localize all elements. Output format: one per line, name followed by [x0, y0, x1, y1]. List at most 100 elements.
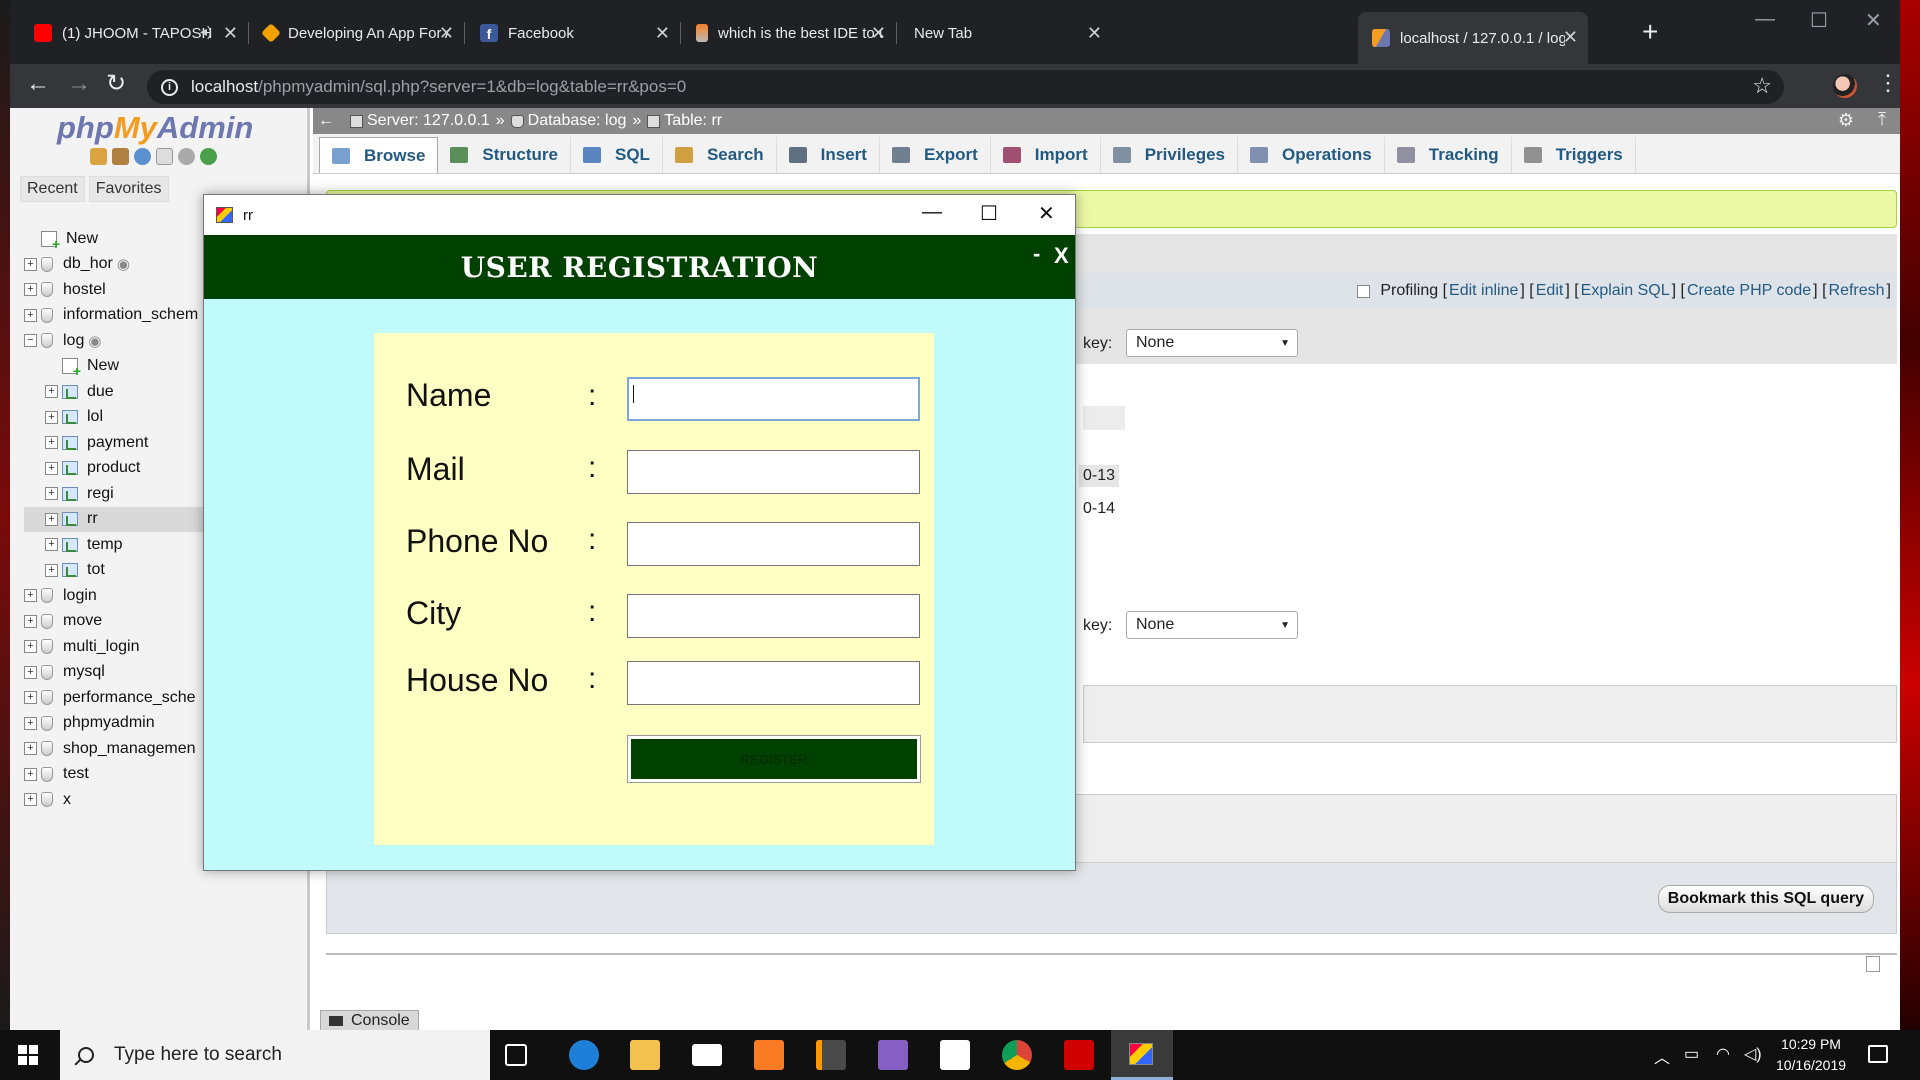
tab-search[interactable]: Search	[663, 137, 777, 173]
minimize-window-icon[interactable]: —	[1755, 8, 1775, 31]
tab-privileges[interactable]: Privileges	[1101, 137, 1239, 173]
phone-field[interactable]	[627, 522, 920, 566]
eye-icon[interactable]: ◉	[117, 255, 130, 273]
battery-icon[interactable]: ▭	[1684, 1044, 1699, 1064]
browser-tab-new-tab[interactable]: New Tab ✕	[898, 14, 1112, 52]
sort-key-select-bottom[interactable]: None ▼	[1126, 611, 1298, 639]
edit-link[interactable]: Edit	[1536, 282, 1564, 300]
bookmark-star-icon[interactable]: ☆	[1752, 73, 1772, 99]
chrome-icon[interactable]	[1002, 1040, 1032, 1070]
show-hidden-icons-icon[interactable]: ︿	[1654, 1044, 1670, 1068]
breadcrumb-database[interactable]: Database: log	[528, 112, 627, 130]
edit-inline-link[interactable]: Edit inline	[1449, 282, 1518, 300]
mail-field[interactable]	[627, 450, 920, 494]
tab-insert[interactable]: Insert	[777, 137, 880, 173]
house-no-field[interactable]	[627, 661, 920, 705]
acrobat-icon[interactable]	[1064, 1040, 1094, 1070]
explain-sql-link[interactable]: Explain SQL	[1581, 282, 1670, 300]
register-button[interactable]: REGISTER	[627, 735, 921, 783]
browser-menu-icon[interactable]: ⋮	[1877, 70, 1899, 96]
tab-tracking[interactable]: Tracking	[1385, 137, 1512, 173]
header-minimize-button[interactable]: -	[1033, 241, 1040, 267]
address-bar[interactable]: i localhost /phpmyadmin/sql.php?server=1…	[147, 70, 1784, 104]
xampp-icon[interactable]	[754, 1040, 784, 1070]
expand-icon[interactable]: +	[45, 410, 58, 424]
close-tab-icon[interactable]: ✕	[655, 23, 670, 44]
expand-icon[interactable]: +	[24, 793, 37, 807]
create-php-code-link[interactable]: Create PHP code	[1687, 282, 1811, 300]
file-explorer-icon[interactable]	[630, 1040, 660, 1070]
close-tab-icon[interactable]: ✕	[1563, 27, 1578, 48]
tab-sql[interactable]: SQL	[571, 137, 663, 173]
gear-icon[interactable]: ⚙	[1838, 110, 1854, 131]
taskbar-active-app[interactable]	[1111, 1030, 1173, 1080]
recent-tab[interactable]: Recent	[20, 176, 85, 202]
expand-icon[interactable]: +	[45, 563, 58, 577]
maximize-window-icon[interactable]: ☐	[1810, 8, 1828, 33]
site-info-icon[interactable]: i	[161, 78, 178, 96]
name-field[interactable]	[627, 377, 920, 421]
collapse-icon[interactable]: −	[24, 334, 37, 348]
app-close-icon[interactable]: ✕	[1038, 201, 1055, 226]
breadcrumb-table[interactable]: Table: rr	[664, 112, 722, 130]
profile-avatar[interactable]	[1833, 74, 1857, 98]
tab-export[interactable]: Export	[880, 137, 991, 173]
bookmark-query-button[interactable]: Bookmark this SQL query	[1657, 885, 1874, 913]
close-tab-icon[interactable]: ✕	[871, 23, 886, 44]
reload-nav-icon[interactable]	[200, 148, 217, 165]
logout-icon[interactable]	[112, 148, 129, 165]
task-view-icon[interactable]	[505, 1044, 527, 1066]
notifications-icon[interactable]	[1868, 1045, 1888, 1063]
tab-triggers[interactable]: Triggers	[1512, 137, 1636, 173]
close-tab-icon[interactable]: ✕	[223, 23, 238, 44]
refresh-link[interactable]: Refresh	[1829, 282, 1885, 300]
tab-operations[interactable]: Operations	[1238, 137, 1385, 173]
edge-icon[interactable]	[569, 1040, 599, 1070]
close-tab-icon[interactable]: ✕	[439, 23, 454, 44]
browser-tab-developing-app[interactable]: Developing An App For And ✕	[250, 14, 464, 52]
store-icon[interactable]	[940, 1040, 970, 1070]
forward-icon[interactable]: →	[67, 72, 91, 96]
document-icon[interactable]	[1866, 956, 1880, 972]
expand-icon[interactable]: +	[45, 461, 58, 475]
new-tab-button[interactable]: +	[1642, 18, 1658, 46]
app-minimize-icon[interactable]: —	[922, 201, 942, 224]
close-window-icon[interactable]: ✕	[1865, 8, 1882, 33]
sort-key-select-top[interactable]: None ▼	[1126, 329, 1298, 357]
expand-icon[interactable]: +	[24, 589, 37, 603]
help-icon[interactable]	[134, 148, 151, 165]
eye-icon[interactable]: ◉	[88, 332, 101, 350]
profiling-checkbox[interactable]	[1357, 284, 1371, 298]
city-field[interactable]	[627, 594, 920, 638]
close-tab-icon[interactable]: ✕	[1087, 23, 1102, 44]
tab-import[interactable]: Import	[991, 137, 1101, 173]
taskbar-search-box[interactable]: Type here to search	[60, 1030, 490, 1080]
phpmyadmin-logo[interactable]: phpMyAdmin	[57, 110, 253, 146]
settings-icon[interactable]	[178, 148, 195, 165]
docs-icon[interactable]	[156, 148, 173, 165]
console-toggle[interactable]: Console	[320, 1010, 419, 1032]
browser-tab-youtube[interactable]: (1) JHOOM - TAPOSH FE ◂) ✕	[20, 14, 248, 52]
browser-tab-facebook[interactable]: f Facebook ✕	[466, 14, 680, 52]
expand-icon[interactable]: +	[45, 538, 58, 552]
expand-icon[interactable]: +	[24, 767, 37, 781]
reload-icon[interactable]: ↻	[106, 72, 126, 96]
collapse-top-icon[interactable]: ⤒	[1878, 109, 1886, 130]
browser-tab-stackoverflow[interactable]: which is the best IDE to use ✕	[682, 14, 896, 52]
header-close-button[interactable]: X	[1054, 243, 1069, 269]
expand-icon[interactable]: +	[24, 716, 37, 730]
home-icon[interactable]	[90, 148, 107, 165]
expand-icon[interactable]: +	[24, 742, 37, 756]
visual-studio-icon[interactable]	[878, 1040, 908, 1070]
tab-browse[interactable]: Browse	[319, 137, 439, 173]
tab-structure[interactable]: Structure	[438, 137, 571, 173]
expand-icon[interactable]: +	[45, 512, 58, 526]
windows-start-icon[interactable]	[18, 1045, 38, 1065]
taskbar-clock[interactable]: 10:29 PM 10/16/2019	[1766, 1034, 1856, 1076]
expand-icon[interactable]: +	[45, 436, 58, 450]
expand-icon[interactable]: +	[24, 308, 37, 322]
expand-icon[interactable]: +	[24, 257, 37, 271]
expand-icon[interactable]: +	[45, 385, 58, 399]
collapse-nav-icon[interactable]: ←	[318, 112, 342, 130]
expand-icon[interactable]: +	[24, 691, 37, 705]
